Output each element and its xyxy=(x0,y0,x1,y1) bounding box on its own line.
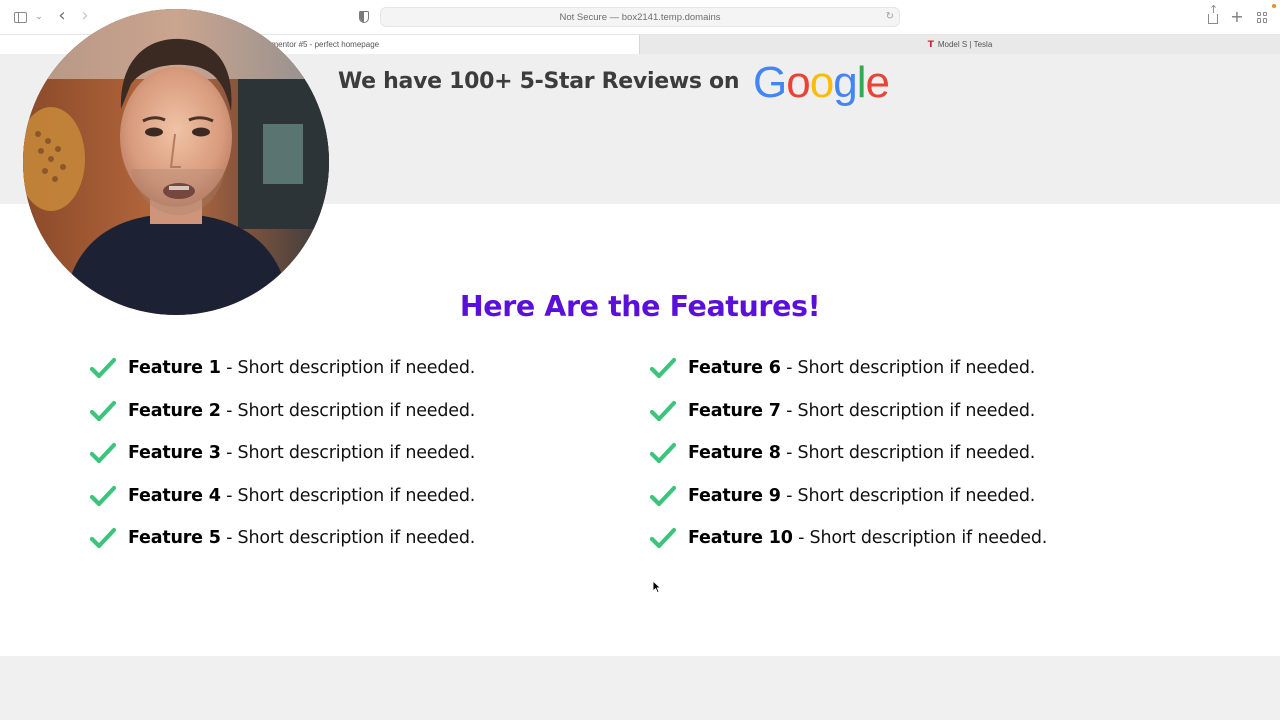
mouse-cursor-icon xyxy=(652,580,662,594)
feature-text: Feature 10 - Short description if needed… xyxy=(688,526,1047,550)
feature-item: Feature 5 - Short description if needed. xyxy=(90,526,475,569)
feature-item: Feature 4 - Short description if needed. xyxy=(90,484,475,527)
google-logo-letter: g xyxy=(833,58,858,107)
feature-description: - Short description if needed. xyxy=(780,358,1036,378)
feature-description: - Short description if needed. xyxy=(780,443,1036,464)
feature-item: Feature 10 - Short description if needed… xyxy=(650,526,1047,569)
chevron-down-icon[interactable]: ⌄ xyxy=(34,9,44,25)
feature-name: Feature 9 xyxy=(688,485,781,506)
address-bar[interactable]: Not Secure — box2141.temp.domains ↻ xyxy=(380,7,900,27)
feature-name: Feature 8 xyxy=(688,443,781,464)
tesla-logo-icon: T xyxy=(927,39,934,50)
feature-item: Feature 2 - Short description if needed. xyxy=(90,399,475,442)
feature-item: Feature 1 - Short description if needed. xyxy=(90,356,475,399)
feature-text: Feature 4 - Short description if needed. xyxy=(128,484,475,508)
checkmark-icon xyxy=(650,485,676,506)
google-logo-letter: l xyxy=(856,58,867,107)
tab-label: Model S | Tesla xyxy=(937,40,993,49)
feature-item: Feature 6 - Short description if needed. xyxy=(650,356,1047,399)
checkmark-icon xyxy=(650,357,676,379)
webcam-overlay xyxy=(23,9,329,315)
screen: ⌄ ‹ › Not Secure — box2141.temp.domains … xyxy=(0,0,1280,720)
feature-name: Feature 6 xyxy=(688,358,781,378)
features-list-left: Feature 1 - Short description if needed.… xyxy=(90,356,475,569)
feature-description: - Short description if needed. xyxy=(780,400,1036,421)
checkmark-icon xyxy=(90,357,116,379)
feature-name: Feature 4 xyxy=(128,485,221,506)
feature-text: Feature 8 - Short description if needed. xyxy=(688,441,1035,465)
checkmark-icon xyxy=(650,443,676,464)
checkmark-icon xyxy=(650,400,676,421)
feature-item: Feature 7 - Short description if needed. xyxy=(650,399,1047,442)
tab-grid-icon[interactable] xyxy=(1255,9,1269,25)
notification-dot xyxy=(1272,4,1276,8)
tab-tesla[interactable]: T Model S | Tesla xyxy=(639,35,1280,54)
next-section xyxy=(0,656,1280,720)
feature-name: Feature 10 xyxy=(688,528,793,549)
feature-text: Feature 7 - Short description if needed. xyxy=(688,399,1035,423)
checkmark-icon xyxy=(650,528,676,549)
feature-text: Feature 6 - Short description if needed. xyxy=(688,356,1035,380)
feature-name: Feature 2 xyxy=(128,400,221,421)
google-logo-letter: o xyxy=(809,58,835,107)
feature-name: Feature 3 xyxy=(128,443,221,464)
feature-name: Feature 5 xyxy=(128,528,221,549)
sidebar-icon[interactable] xyxy=(12,9,28,25)
reload-icon[interactable]: ↻ xyxy=(886,11,894,22)
checkmark-icon xyxy=(90,485,116,506)
feature-text: Feature 5 - Short description if needed. xyxy=(128,526,475,550)
feature-text: Feature 2 - Short description if needed. xyxy=(128,399,475,423)
shield-icon[interactable] xyxy=(358,9,370,25)
feature-name: Feature 7 xyxy=(688,400,781,421)
forward-arrow-icon[interactable]: › xyxy=(78,5,92,26)
feature-description: - Short description if needed. xyxy=(792,528,1048,549)
plus-icon[interactable]: + xyxy=(1230,7,1244,26)
feature-text: Feature 1 - Short description if needed. xyxy=(128,356,475,380)
feature-description: - Short description if needed. xyxy=(220,358,476,378)
feature-description: - Short description if needed. xyxy=(220,485,476,506)
google-logo-letter: e xyxy=(865,58,890,107)
feature-name: Feature 1 xyxy=(128,358,221,378)
feature-description: - Short description if needed. xyxy=(780,485,1036,506)
address-text: Not Secure — box2141.temp.domains xyxy=(559,11,721,23)
back-arrow-icon[interactable]: ‹ xyxy=(55,5,69,26)
google-logo-letter: o xyxy=(786,58,811,107)
feature-text: Feature 3 - Short description if needed. xyxy=(128,441,475,465)
feature-item: Feature 3 - Short description if needed. xyxy=(90,441,475,484)
share-icon[interactable] xyxy=(1206,4,1220,25)
feature-description: - Short description if needed. xyxy=(220,528,476,549)
google-logo-letter: G xyxy=(753,58,787,107)
feature-item: Feature 9 - Short description if needed. xyxy=(650,484,1047,527)
feature-description: - Short description if needed. xyxy=(220,443,476,464)
feature-item: Feature 8 - Short description if needed. xyxy=(650,441,1047,484)
feature-text: Feature 9 - Short description if needed. xyxy=(688,484,1035,508)
reviews-heading: We have 100+ 5-Star Reviews on xyxy=(338,69,740,94)
checkmark-icon xyxy=(90,528,116,549)
feature-description: - Short description if needed. xyxy=(220,400,476,421)
checkmark-icon xyxy=(90,400,116,421)
google-logo: Google xyxy=(753,58,890,108)
presenter-video-icon xyxy=(23,9,329,315)
features-list-right: Feature 6 - Short description if needed.… xyxy=(650,356,1047,569)
checkmark-icon xyxy=(90,443,116,464)
